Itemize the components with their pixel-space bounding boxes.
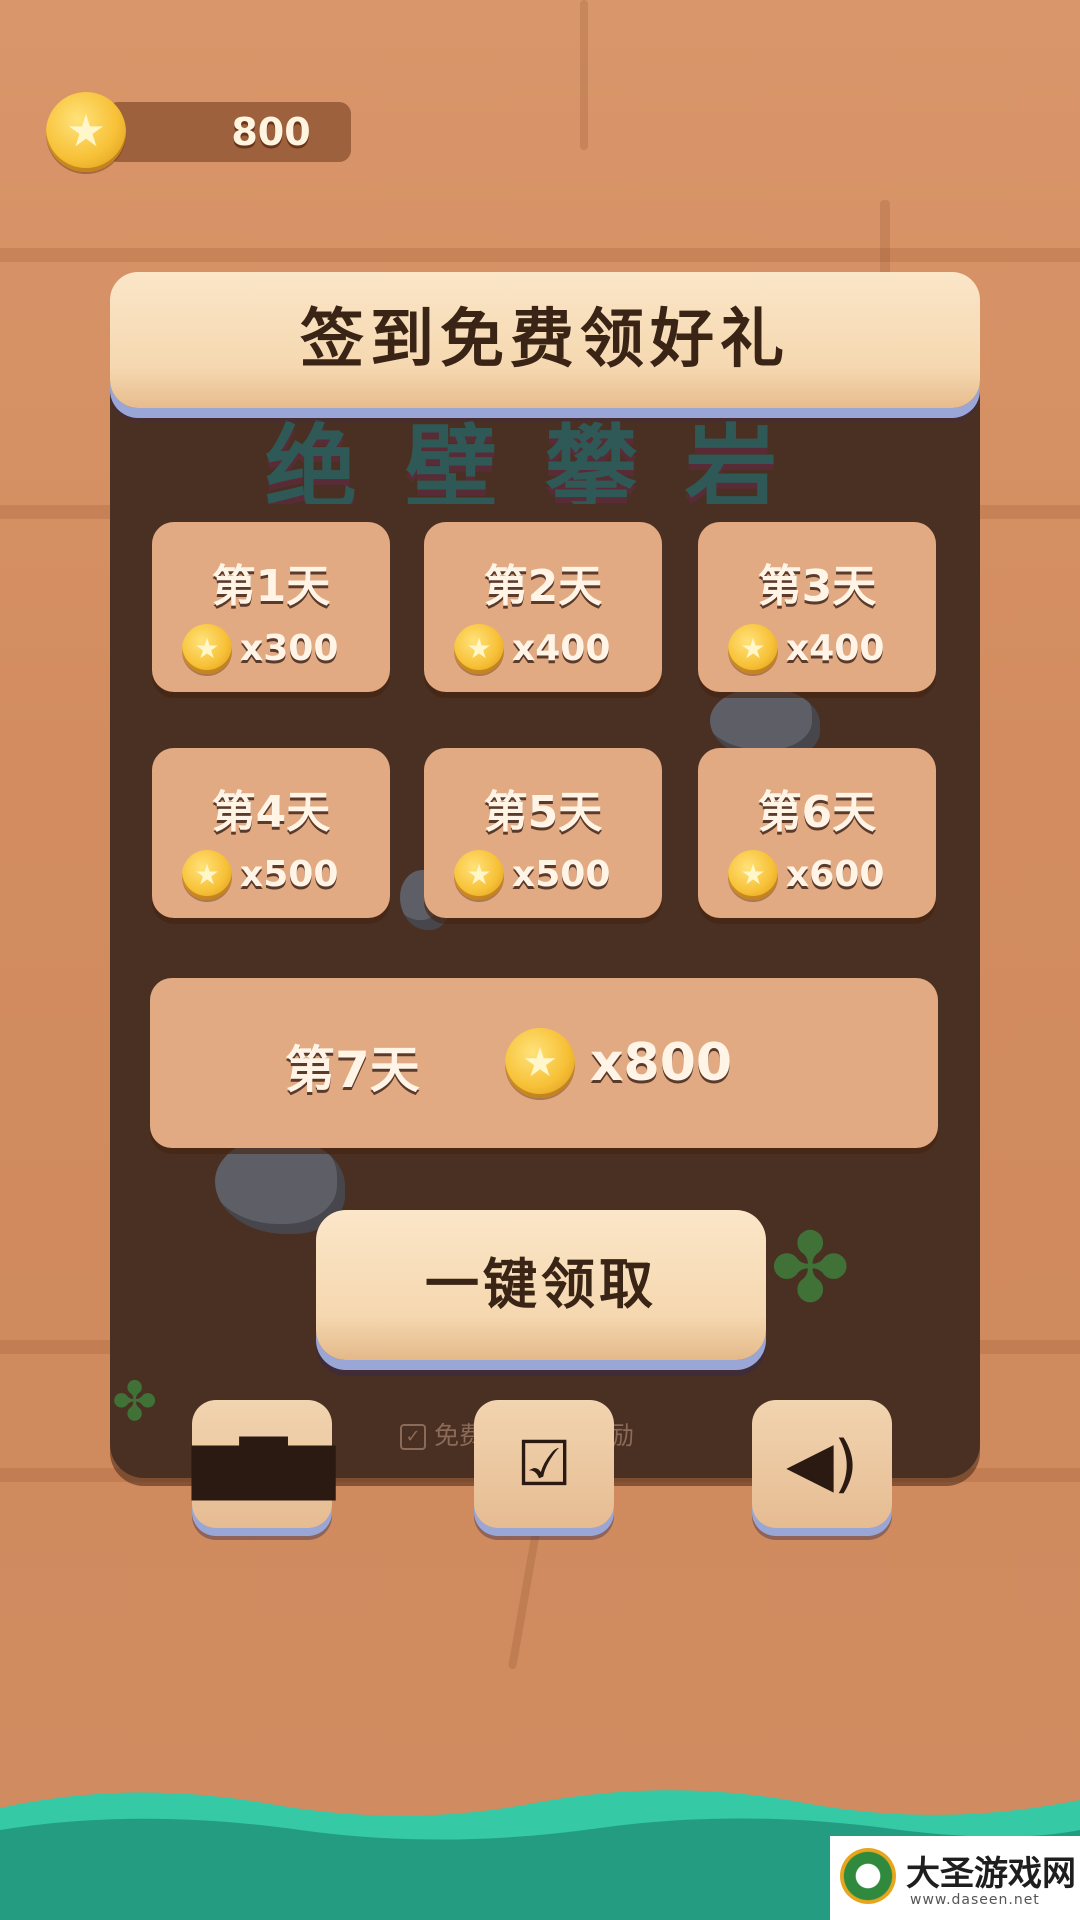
sound-button[interactable]: ◀): [752, 1400, 892, 1528]
reward-amount: x400: [512, 628, 611, 669]
star-coin-icon: ★: [505, 1028, 575, 1098]
day-card-2[interactable]: 第2天 ★ x400: [424, 522, 662, 692]
speaker-icon: ◀): [786, 1427, 858, 1500]
day-label: 第6天: [757, 787, 877, 838]
star-coin-icon: ★: [728, 850, 778, 900]
site-url: www.daseen.net: [910, 1892, 1040, 1908]
title-banner: 签到免费领好礼: [110, 272, 980, 408]
reward: ★ x600: [698, 850, 936, 900]
star-coin-icon: ★: [454, 624, 504, 674]
coin-counter: 800 ★: [46, 92, 351, 172]
calendar-check-icon: ☑: [516, 1427, 572, 1500]
wall-crack: [880, 200, 890, 280]
day-card-5[interactable]: 第5天 ★ x500: [424, 748, 662, 918]
claim-all-button[interactable]: 一键领取: [316, 1210, 766, 1360]
reward: ★ x400: [424, 624, 662, 674]
wall-crack: [507, 1530, 541, 1670]
day-card-4[interactable]: 第4天 ★ x500: [152, 748, 390, 918]
day-label: 第2天: [483, 561, 603, 612]
wood-plank-line: [0, 248, 1080, 262]
claim-all-label: 一键领取: [425, 1253, 657, 1316]
day-label: 第1天: [211, 561, 331, 612]
reward-amount: x500: [240, 854, 339, 895]
clover-decoration: ✤: [112, 1370, 158, 1433]
bar-chart-icon: ▆▇▆: [192, 1427, 336, 1500]
day-card-3[interactable]: 第3天 ★ x400: [698, 522, 936, 692]
day-card-6[interactable]: 第6天 ★ x600: [698, 748, 936, 918]
leaderboard-button[interactable]: ▆▇▆: [192, 1400, 336, 1528]
day-label: 第5天: [483, 787, 603, 838]
day-card-7[interactable]: 第7天 ★ x800: [150, 978, 938, 1148]
day-label: 第7天: [285, 1041, 420, 1099]
wall-crack: [580, 0, 588, 150]
reward-amount: x400: [786, 628, 885, 669]
star-coin-icon: ★: [728, 624, 778, 674]
coin-count: 800: [231, 110, 311, 154]
panel-title: 签到免费领好礼: [300, 303, 790, 377]
reward: ★ x400: [698, 624, 936, 674]
site-watermark: 大圣游戏网 www.daseen.net: [830, 1836, 1080, 1920]
reward-amount: x600: [786, 854, 885, 895]
day-card-1[interactable]: 第1天 ★ x300: [152, 522, 390, 692]
star-coin-icon: ★: [46, 92, 126, 172]
site-name: 大圣游戏网: [906, 1854, 1076, 1894]
day-label: 第4天: [211, 787, 331, 838]
checkbox-checked-icon[interactable]: ✓: [400, 1424, 426, 1450]
day-label: 第3天: [757, 561, 877, 612]
background-game-title: 绝壁攀岩: [264, 415, 825, 504]
reward: ★ x500: [424, 850, 662, 900]
reward-amount: x300: [240, 628, 339, 669]
clover-decoration: ✤: [770, 1212, 851, 1324]
reward: ★ x300: [152, 624, 390, 674]
reward: ★ x500: [152, 850, 390, 900]
check-in-button[interactable]: ☑: [474, 1400, 614, 1528]
star-coin-icon: ★: [182, 624, 232, 674]
reward-amount: x500: [512, 854, 611, 895]
reward-amount: x800: [590, 1033, 733, 1093]
star-coin-icon: ★: [182, 850, 232, 900]
star-coin-icon: ★: [454, 850, 504, 900]
site-logo-icon: [840, 1848, 896, 1904]
